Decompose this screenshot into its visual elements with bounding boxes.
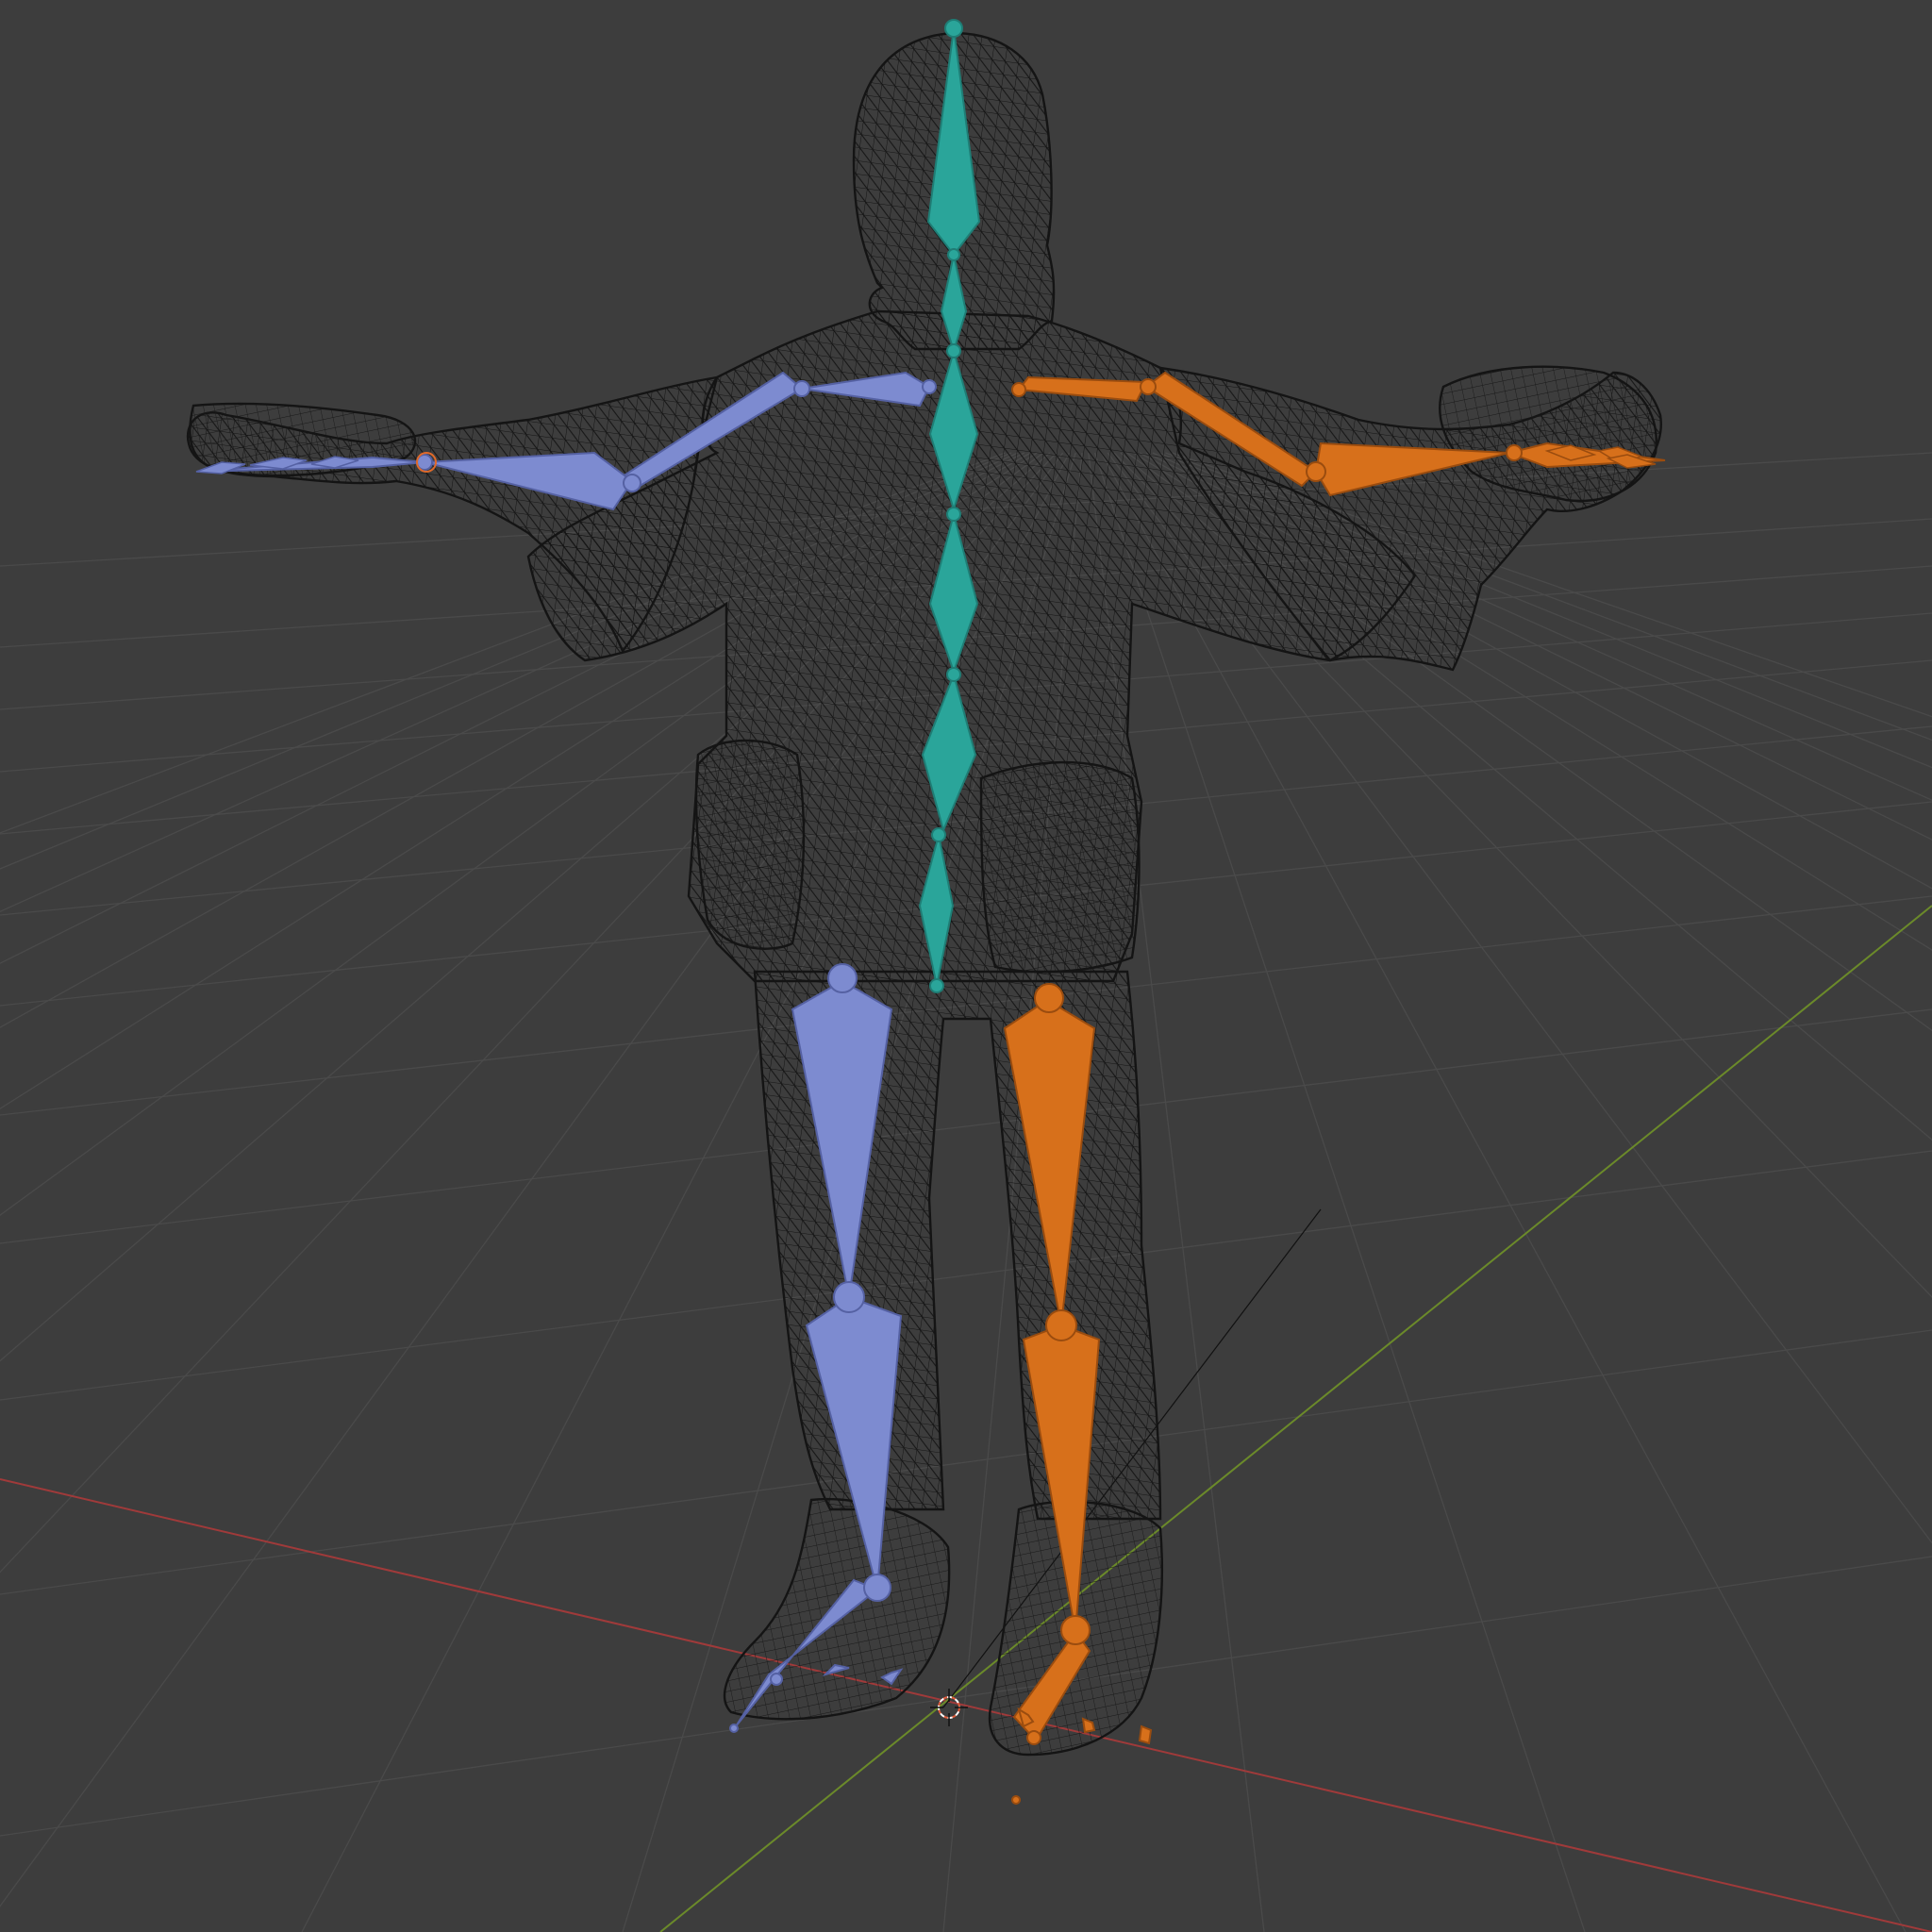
joint-left-hip[interactable] [827,963,858,993]
joint-right-elbow[interactable] [1306,461,1326,482]
joint-neck[interactable] [947,248,960,261]
3d-viewport[interactable] [0,0,1932,1932]
joint-left-toe-tip[interactable] [729,1724,739,1733]
x-axis-line [0,1478,1932,1932]
joint-right-upper-arm[interactable] [1140,378,1157,395]
joint-left-elbow[interactable] [623,474,641,492]
scene-canvas[interactable] [0,0,1932,1932]
joint-left-ankle[interactable] [863,1574,891,1602]
joint-spine-1[interactable] [946,667,961,682]
joint-left-toe[interactable] [770,1673,783,1686]
joint-right-toe-tip[interactable] [1011,1795,1021,1805]
bone-right-toe-c[interactable] [1138,1724,1153,1745]
joint-right-hip[interactable] [1034,983,1064,1013]
joint-right-toe[interactable] [1026,1730,1041,1745]
3d-cursor-icon[interactable] [930,1689,968,1726]
joint-right-ankle[interactable] [1060,1615,1091,1645]
joint-spine-2[interactable] [946,507,961,522]
joint-hips-tail[interactable] [929,978,944,993]
joint-head-top[interactable] [944,19,963,38]
joint-left-upper-arm[interactable] [793,380,810,397]
joint-pelvis[interactable] [931,827,946,842]
joint-chest[interactable] [946,343,961,358]
joint-right-knee[interactable] [1045,1309,1077,1341]
joint-left-knee[interactable] [833,1281,865,1313]
joint-left-shoulder[interactable] [922,379,937,394]
joint-right-wrist[interactable] [1506,444,1523,461]
joint-right-shoulder[interactable] [1011,382,1026,397]
